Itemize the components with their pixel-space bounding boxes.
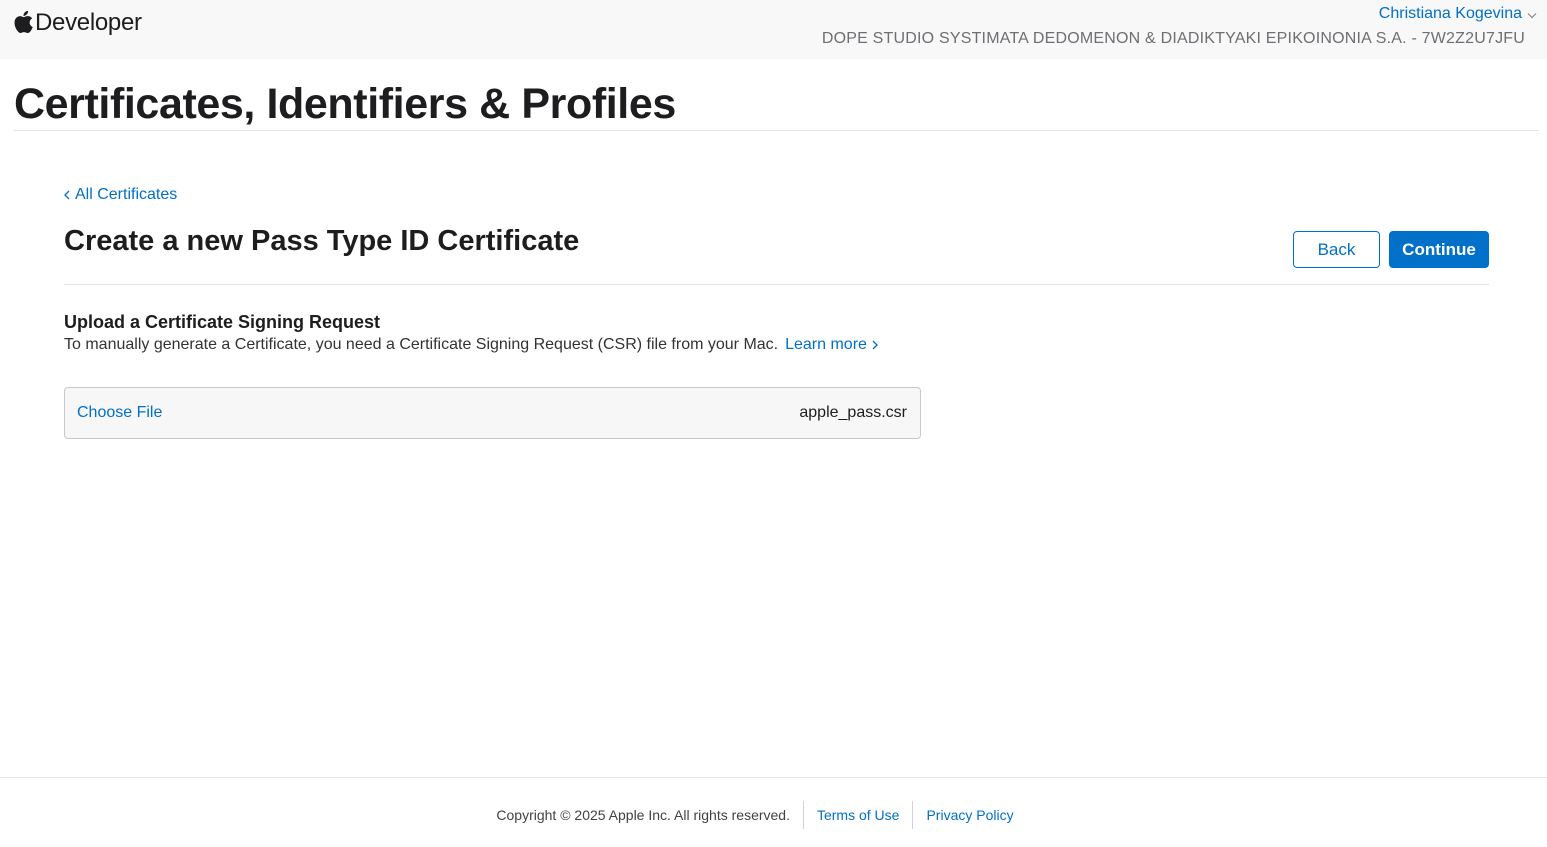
section-title: Upload a Certificate Signing Request <box>64 312 381 332</box>
copyright-text: Copyright © 2025 Apple Inc. All rights r… <box>496 807 790 823</box>
choose-file-button[interactable]: Choose File <box>77 404 162 422</box>
footer-divider <box>0 777 1547 778</box>
learn-more-label: Learn more <box>785 336 867 353</box>
page-title: Certificates, Identifiers & Profiles <box>14 80 676 128</box>
footer: Copyright © 2025 Apple Inc. All rights r… <box>0 800 1547 830</box>
chevron-left-icon <box>64 190 70 200</box>
learn-more-link[interactable]: Learn more <box>785 336 878 354</box>
title-divider <box>14 130 1539 131</box>
terms-of-use-link[interactable]: Terms of Use <box>804 807 912 823</box>
form-title: Create a new Pass Type ID Certificate <box>64 225 580 257</box>
section-description-text: To manually generate a Certificate, you … <box>64 336 779 353</box>
all-certificates-breadcrumb[interactable]: All Certificates <box>64 186 177 204</box>
continue-button[interactable]: Continue <box>1389 231 1489 268</box>
chevron-right-icon <box>872 340 878 350</box>
csr-file-input[interactable]: Choose File apple_pass.csr <box>64 387 921 439</box>
back-button[interactable]: Back <box>1293 231 1380 268</box>
form-divider <box>64 284 1489 285</box>
team-name: DOPE STUDIO SYSTIMATA DEDOMENON & DIADIK… <box>821 30 1525 47</box>
account-name: Christiana Kogevina <box>1378 5 1522 22</box>
section-description: To manually generate a Certificate, you … <box>64 336 878 354</box>
brand-label: Developer <box>35 9 142 36</box>
selected-file-name: apple_pass.csr <box>799 404 907 421</box>
apple-logo-icon <box>14 11 33 33</box>
developer-home-link[interactable]: Developer <box>14 9 142 37</box>
account-menu[interactable]: Christiana Kogevina <box>1379 5 1537 23</box>
privacy-policy-link[interactable]: Privacy Policy <box>913 807 1026 823</box>
chevron-down-icon <box>1527 13 1537 19</box>
global-nav: Developer Christiana Kogevina DOPE STUDI… <box>0 0 1547 59</box>
breadcrumb-label: All Certificates <box>75 186 178 203</box>
